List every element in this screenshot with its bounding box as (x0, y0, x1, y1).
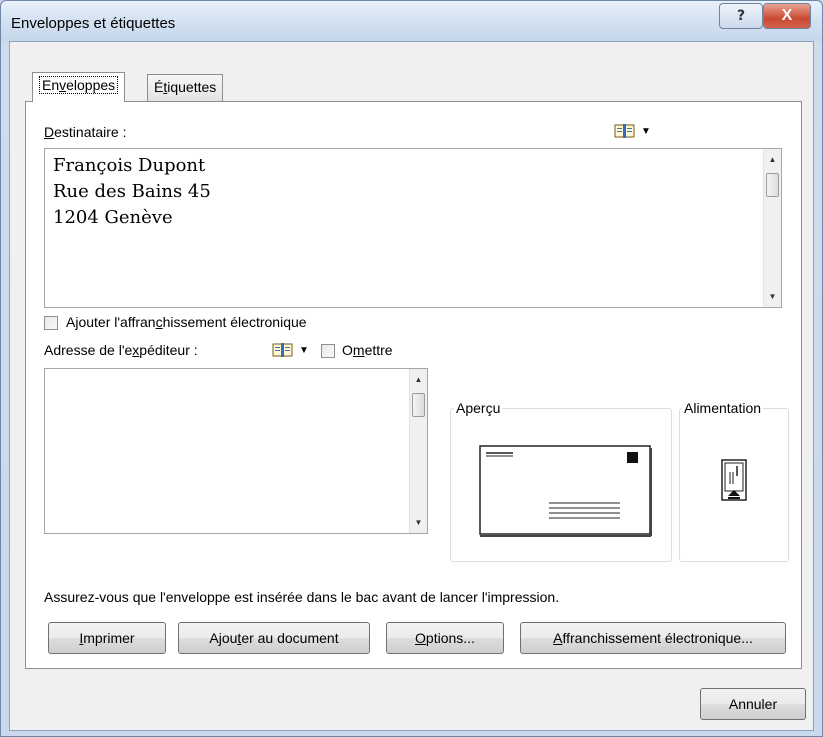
chevron-down-icon[interactable]: ▼ (641, 126, 651, 137)
close-icon: X (781, 7, 793, 24)
omit-checkbox[interactable] (321, 344, 335, 358)
close-button[interactable]: X (763, 3, 811, 29)
feed-group-title: Alimentation (682, 400, 764, 416)
scroll-up-arrow-icon[interactable]: ▲ (410, 371, 427, 388)
scroll-down-arrow-icon[interactable]: ▼ (764, 288, 781, 305)
envelope-preview-icon (479, 445, 652, 537)
recipient-line: François Dupont (53, 155, 206, 176)
address-book-icon[interactable] (614, 123, 636, 139)
scroll-thumb[interactable] (766, 173, 779, 197)
help-icon: ? (736, 8, 746, 24)
epostage-checkbox[interactable] (44, 316, 58, 330)
recipient-address: François Dupont Rue des Bains 45 1204 Ge… (53, 153, 211, 231)
recipient-label: Destinataire : (44, 124, 127, 140)
window-title: Enveloppes et étiquettes (11, 15, 176, 32)
scroll-up-arrow-icon[interactable]: ▲ (764, 151, 781, 168)
envelope-feed-icon (721, 459, 747, 501)
title-bar[interactable]: Enveloppes et étiquettes ? X (1, 1, 822, 41)
recipient-scrollbar[interactable]: ▲ ▼ (763, 149, 781, 307)
printer-notice: Assurez-vous que l'enveloppe est insérée… (44, 589, 560, 605)
add-to-document-button[interactable]: Ajou t er au document (178, 622, 370, 654)
epostage-properties-button[interactable]: Affranchissement électronique... (520, 622, 786, 654)
scroll-down-arrow-icon[interactable]: ▼ (410, 514, 427, 531)
envelopes-panel: Destinataire : ▼ François Dupont Rue des… (25, 101, 802, 669)
sender-label: Adresse de l'expéditeur : (44, 342, 198, 358)
envelope-preview-button[interactable] (455, 408, 667, 556)
sender-textarea[interactable]: ▲ ▼ (44, 368, 428, 534)
help-button[interactable]: ? (719, 3, 763, 29)
address-book-icon[interactable] (272, 342, 294, 358)
feed-method-button[interactable] (684, 416, 784, 556)
options-button[interactable]: Options... (386, 622, 504, 654)
epostage-label[interactable]: Ajouter l'affranchissement électronique (66, 314, 307, 330)
omit-label[interactable]: Omettre (342, 342, 393, 358)
scroll-thumb[interactable] (412, 393, 425, 417)
chevron-down-icon[interactable]: ▼ (299, 345, 309, 356)
recipient-line: Rue des Bains 45 (53, 181, 211, 202)
cancel-button[interactable]: Annuler (700, 688, 806, 720)
sender-scrollbar[interactable]: ▲ ▼ (409, 369, 427, 533)
dialog-window: Enveloppes et étiquettes ? X Enveloppes … (0, 0, 823, 737)
recipient-textarea[interactable]: François Dupont Rue des Bains 45 1204 Ge… (44, 148, 782, 308)
print-button[interactable]: Imprimer (48, 622, 166, 654)
tab-etiquettes[interactable]: Étiquettes (147, 74, 224, 101)
recipient-line: 1204 Genève (53, 207, 173, 228)
dialog-body: Enveloppes Étiquettes Destinataire : ▼ F… (9, 41, 814, 731)
tab-enveloppes[interactable]: Enveloppes (32, 72, 126, 102)
